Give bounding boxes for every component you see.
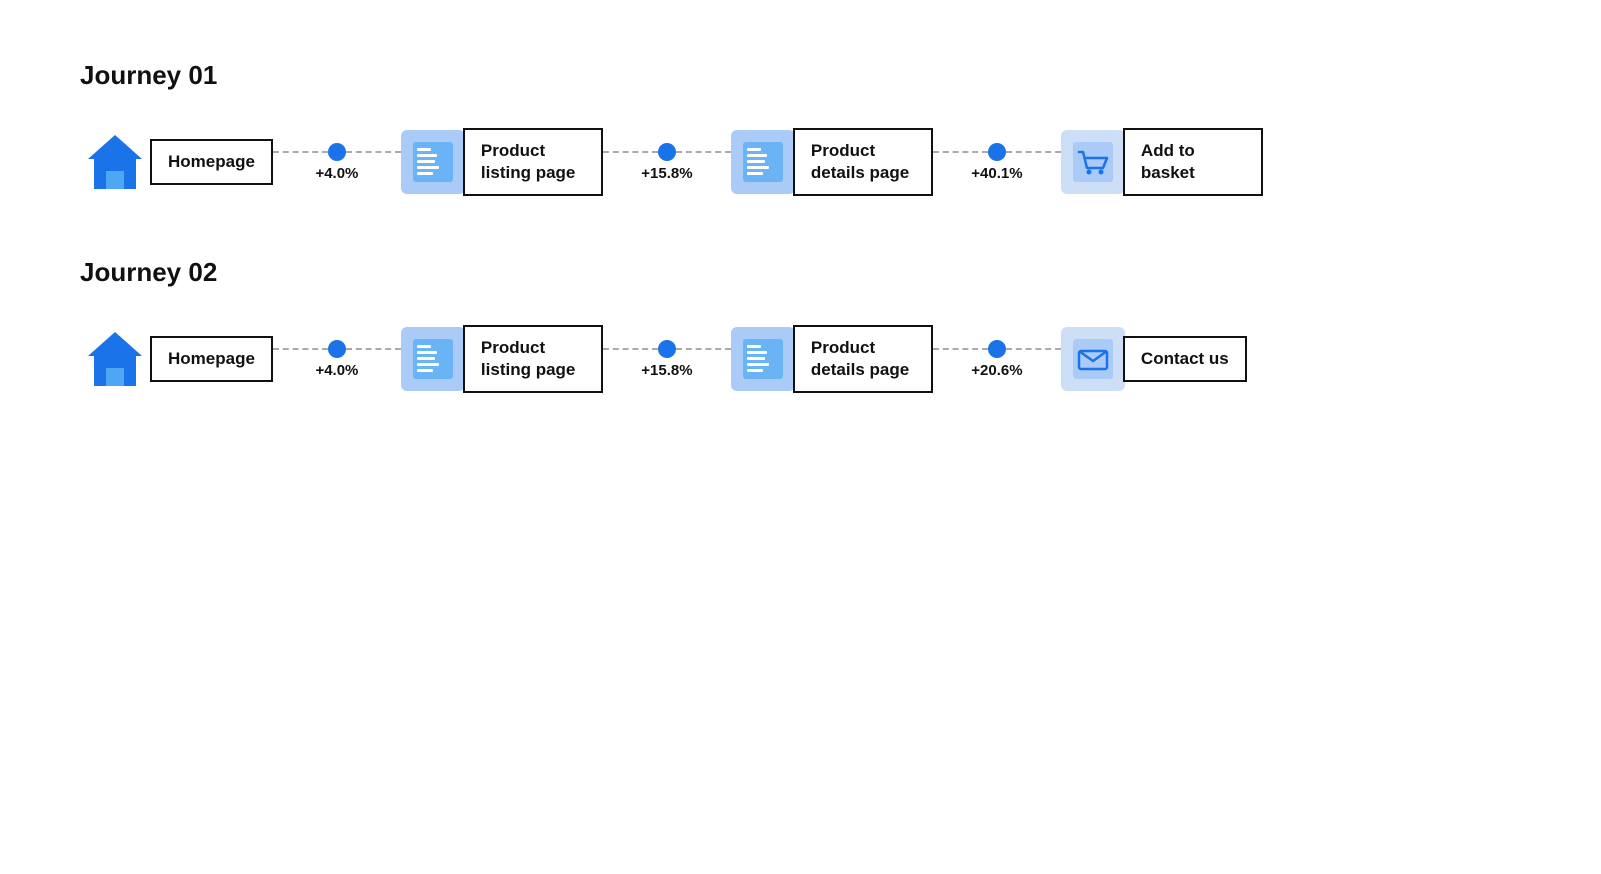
dot-3-j2 xyxy=(988,340,1006,358)
journey-01-section: Journey 01 Homepage +4.0% xyxy=(80,60,1521,197)
mail-icon-j2 xyxy=(1061,327,1125,391)
step-listing-j2: Product listing page xyxy=(401,325,603,393)
connector-1-j2: +4.0% xyxy=(273,340,401,379)
step-label-listing-j2: Product listing page xyxy=(463,325,603,393)
listing-svg-j1 xyxy=(411,140,455,184)
step-homepage-j2: Homepage xyxy=(80,324,273,394)
connector-3-j1: +40.1% xyxy=(933,143,1061,182)
cart-icon-j1 xyxy=(1061,130,1125,194)
home-icon-j2 xyxy=(80,324,150,394)
pct-1-j1: +4.0% xyxy=(315,165,358,182)
pct-2-j2: +15.8% xyxy=(641,362,692,379)
step-label-listing-j1: Product listing page xyxy=(463,128,603,196)
connector-2-j1: +15.8% xyxy=(603,143,731,182)
cart-svg-j1 xyxy=(1071,140,1115,184)
listing-svg-j2 xyxy=(411,337,455,381)
journey-02-flow: Homepage +4.0% Pr xyxy=(80,324,1521,394)
dot-2-j2 xyxy=(658,340,676,358)
pct-3-j1: +40.1% xyxy=(971,165,1022,182)
dot-1-j2 xyxy=(328,340,346,358)
pct-1-j2: +4.0% xyxy=(315,362,358,379)
step-homepage-j1: Homepage xyxy=(80,127,273,197)
step-contact-j2: Contact us xyxy=(1061,327,1247,391)
connector-2-j2: +15.8% xyxy=(603,340,731,379)
dot-2-j1 xyxy=(658,143,676,161)
step-label-homepage-j1: Homepage xyxy=(150,139,273,185)
step-basket-j1: Add to basket xyxy=(1061,128,1263,196)
details-svg-j1 xyxy=(741,140,785,184)
step-label-contact-j2: Contact us xyxy=(1123,336,1247,382)
connector-3-j2: +20.6% xyxy=(933,340,1061,379)
details-icon-j1 xyxy=(731,130,795,194)
journey-01-flow: Homepage +4.0% Pr xyxy=(80,127,1521,197)
journey-02-section: Journey 02 Homepage +4.0% xyxy=(80,257,1521,394)
connector-1-j1: +4.0% xyxy=(273,143,401,182)
step-label-details-j2: Product details page xyxy=(793,325,933,393)
pct-3-j2: +20.6% xyxy=(971,362,1022,379)
details-svg-j2 xyxy=(741,337,785,381)
home-icon xyxy=(80,127,150,197)
journey-02-title: Journey 02 xyxy=(80,257,1521,288)
step-listing-j1: Product listing page xyxy=(401,128,603,196)
step-label-basket-j1: Add to basket xyxy=(1123,128,1263,196)
details-icon-j2 xyxy=(731,327,795,391)
listing-icon-j2 xyxy=(401,327,465,391)
mail-svg-j2 xyxy=(1071,337,1115,381)
journey-01-title: Journey 01 xyxy=(80,60,1521,91)
dot-3-j1 xyxy=(988,143,1006,161)
pct-2-j1: +15.8% xyxy=(641,165,692,182)
listing-icon-j1 xyxy=(401,130,465,194)
step-label-details-j1: Product details page xyxy=(793,128,933,196)
step-details-j1: Product details page xyxy=(731,128,933,196)
dot-1-j1 xyxy=(328,143,346,161)
step-details-j2: Product details page xyxy=(731,325,933,393)
step-label-homepage-j2: Homepage xyxy=(150,336,273,382)
